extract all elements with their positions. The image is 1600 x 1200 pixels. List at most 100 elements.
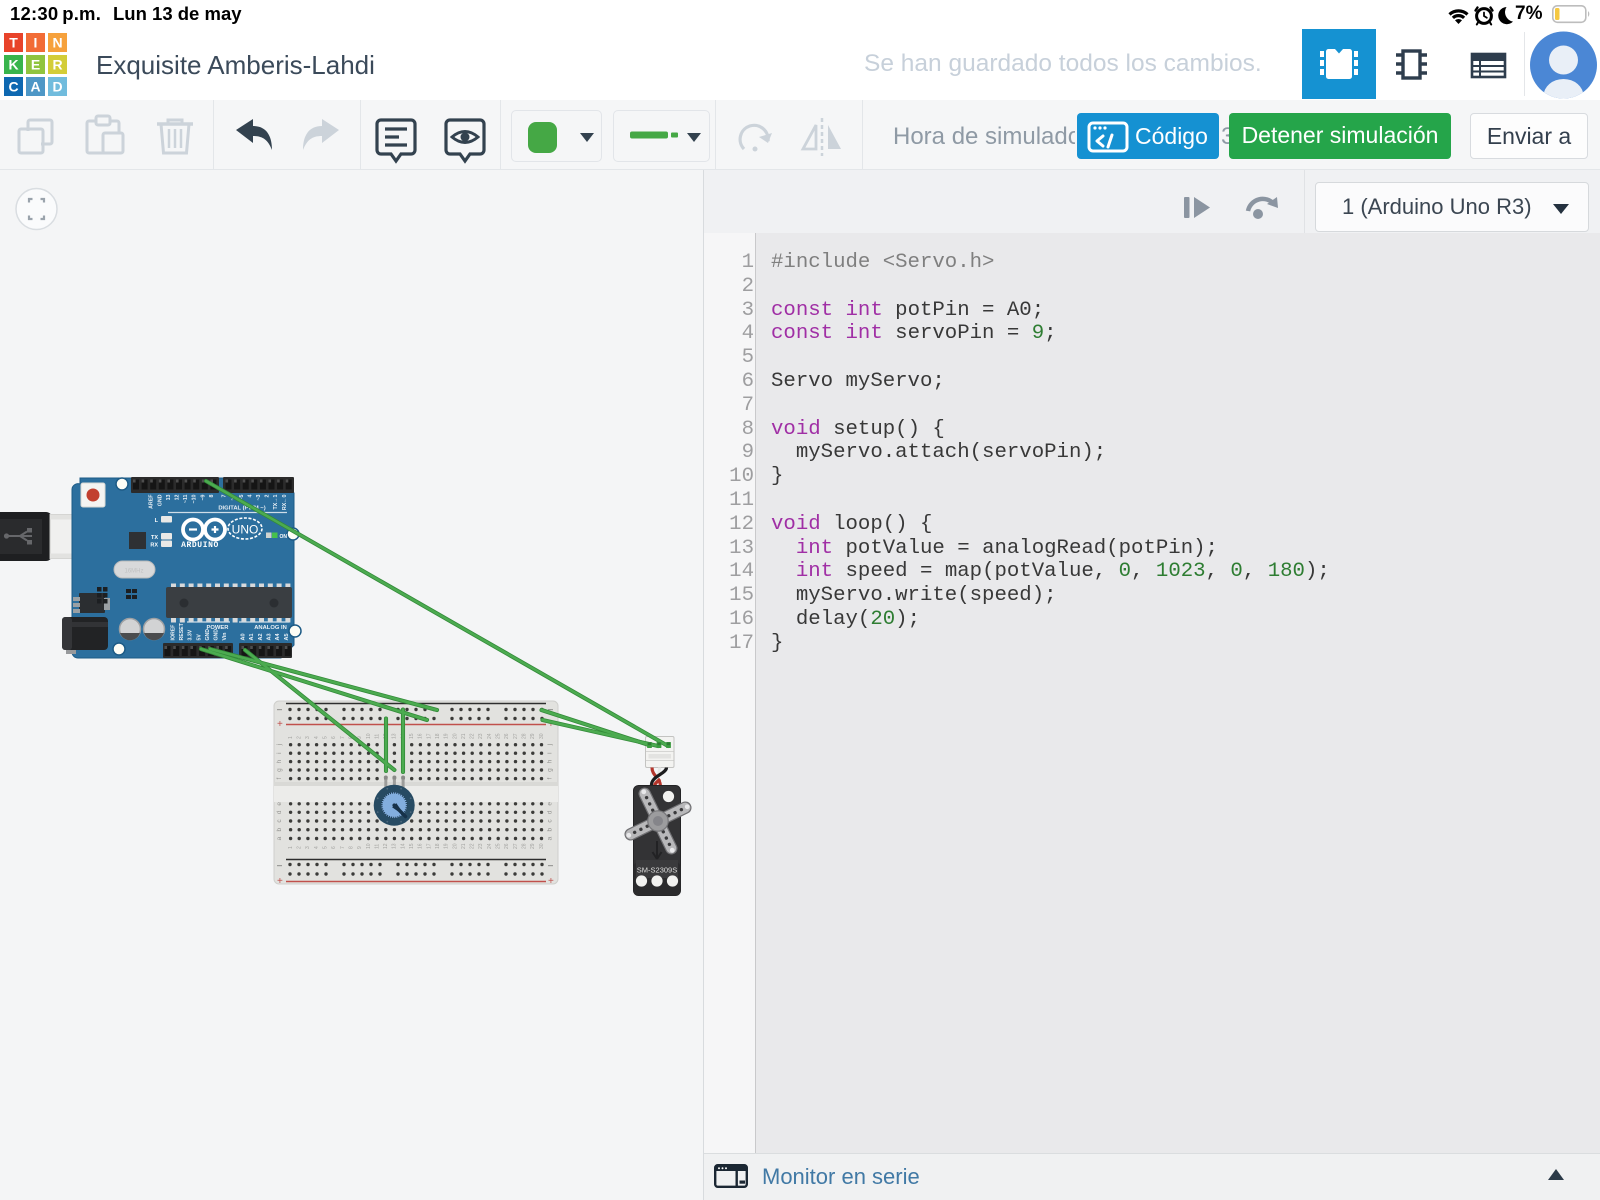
svg-text:15: 15 <box>409 843 415 849</box>
svg-text:+: + <box>548 876 554 887</box>
svg-text:6: 6 <box>331 736 337 739</box>
svg-text:ANALOG IN: ANALOG IN <box>254 625 287 631</box>
svg-text:IOREF: IOREF <box>171 625 177 641</box>
svg-text:C: C <box>8 79 18 95</box>
svg-text:T: T <box>9 35 18 51</box>
svg-text:9: 9 <box>357 846 363 849</box>
svg-text:g: g <box>276 768 283 772</box>
svg-text:1: 1 <box>288 846 294 849</box>
svg-text:29: 29 <box>530 733 536 739</box>
svg-text:A0: A0 <box>240 633 246 640</box>
svg-text:ARDUINO: ARDUINO <box>181 541 219 550</box>
svg-text:21: 21 <box>461 843 467 849</box>
svg-text:19: 19 <box>444 733 450 739</box>
svg-text:6: 6 <box>331 846 337 849</box>
svg-text:12: 12 <box>175 494 181 500</box>
svg-text:13: 13 <box>392 733 398 739</box>
svg-text:b: b <box>276 828 283 832</box>
svg-text:j: j <box>276 744 283 746</box>
svg-text:11: 11 <box>374 844 380 849</box>
svg-text:~10: ~10 <box>192 494 198 503</box>
svg-text:7: 7 <box>340 736 346 739</box>
svg-text:20: 20 <box>452 843 458 849</box>
svg-text:+: + <box>277 719 283 730</box>
svg-text:22: 22 <box>470 733 476 739</box>
svg-text:8: 8 <box>349 846 355 849</box>
svg-text:N: N <box>52 35 62 51</box>
svg-text:15: 15 <box>409 733 415 739</box>
svg-text:e: e <box>276 802 283 806</box>
svg-text:16MHz: 16MHz <box>124 569 143 575</box>
svg-text:28: 28 <box>522 843 528 849</box>
svg-text:TX→1: TX→1 <box>273 494 279 509</box>
svg-text:2: 2 <box>265 494 271 497</box>
svg-text:10: 10 <box>366 733 372 739</box>
svg-text:10: 10 <box>366 843 372 849</box>
svg-text:28: 28 <box>522 733 528 739</box>
svg-text:K: K <box>8 57 18 73</box>
svg-text:11: 11 <box>374 734 380 739</box>
svg-text:17: 17 <box>426 733 432 739</box>
svg-text:~11: ~11 <box>183 494 189 503</box>
svg-text:E: E <box>31 57 40 73</box>
svg-text:–: – <box>548 860 553 870</box>
svg-text:1: 1 <box>288 736 294 739</box>
svg-text:3: 3 <box>305 736 311 739</box>
svg-text:GND: GND <box>205 629 211 641</box>
svg-text:A2: A2 <box>258 633 264 640</box>
svg-text:29: 29 <box>530 843 536 849</box>
svg-text:13: 13 <box>392 843 398 849</box>
svg-text:i: i <box>276 752 283 753</box>
svg-text:21: 21 <box>461 733 467 739</box>
svg-text:ON: ON <box>280 534 288 540</box>
svg-text:~9: ~9 <box>200 494 206 500</box>
svg-text:19: 19 <box>444 843 450 849</box>
svg-text:GND: GND <box>157 494 163 506</box>
svg-text:–: – <box>277 860 282 870</box>
svg-text:D: D <box>52 79 62 95</box>
svg-text:4: 4 <box>247 494 253 497</box>
svg-text:h: h <box>547 759 554 763</box>
svg-text:d: d <box>547 810 554 814</box>
svg-text:27: 27 <box>513 733 519 739</box>
svg-text:25: 25 <box>496 733 502 739</box>
svg-text:23: 23 <box>478 733 484 739</box>
svg-text:5V: 5V <box>196 634 202 641</box>
svg-text:RESET: RESET <box>179 622 185 640</box>
svg-text:14: 14 <box>400 843 406 849</box>
svg-text:A3: A3 <box>267 633 273 640</box>
svg-text:a: a <box>547 836 554 840</box>
svg-text:25: 25 <box>496 843 502 849</box>
svg-text:A5: A5 <box>284 633 290 640</box>
svg-text:16: 16 <box>418 733 424 739</box>
svg-text:26: 26 <box>504 733 510 739</box>
svg-text:RX←0: RX←0 <box>282 494 288 510</box>
svg-text:12: 12 <box>383 843 389 849</box>
svg-text:7: 7 <box>340 846 346 849</box>
svg-text:3.3V: 3.3V <box>188 629 194 640</box>
svg-text:24: 24 <box>487 843 493 849</box>
svg-text:13: 13 <box>166 494 172 500</box>
svg-text:5: 5 <box>323 736 329 739</box>
svg-text:j: j <box>547 744 554 746</box>
svg-text:I: I <box>34 35 38 51</box>
svg-text:e: e <box>547 802 554 806</box>
svg-text:h: h <box>276 759 283 763</box>
svg-text:22: 22 <box>470 843 476 849</box>
svg-text:RX: RX <box>150 543 158 549</box>
svg-text:24: 24 <box>487 733 493 739</box>
svg-text:A4: A4 <box>275 633 281 641</box>
svg-text:27: 27 <box>513 843 519 849</box>
svg-text:30: 30 <box>539 843 545 849</box>
svg-text:f: f <box>547 778 554 780</box>
svg-text:R: R <box>52 57 62 73</box>
svg-text:d: d <box>276 810 283 814</box>
svg-text:5: 5 <box>323 846 329 849</box>
svg-text:18: 18 <box>435 843 441 849</box>
svg-text:4: 4 <box>314 736 320 739</box>
svg-text:26: 26 <box>504 843 510 849</box>
svg-text:30: 30 <box>539 733 545 739</box>
svg-text:GND: GND <box>214 629 220 641</box>
svg-text:17: 17 <box>426 843 432 849</box>
svg-text:i: i <box>547 752 554 753</box>
